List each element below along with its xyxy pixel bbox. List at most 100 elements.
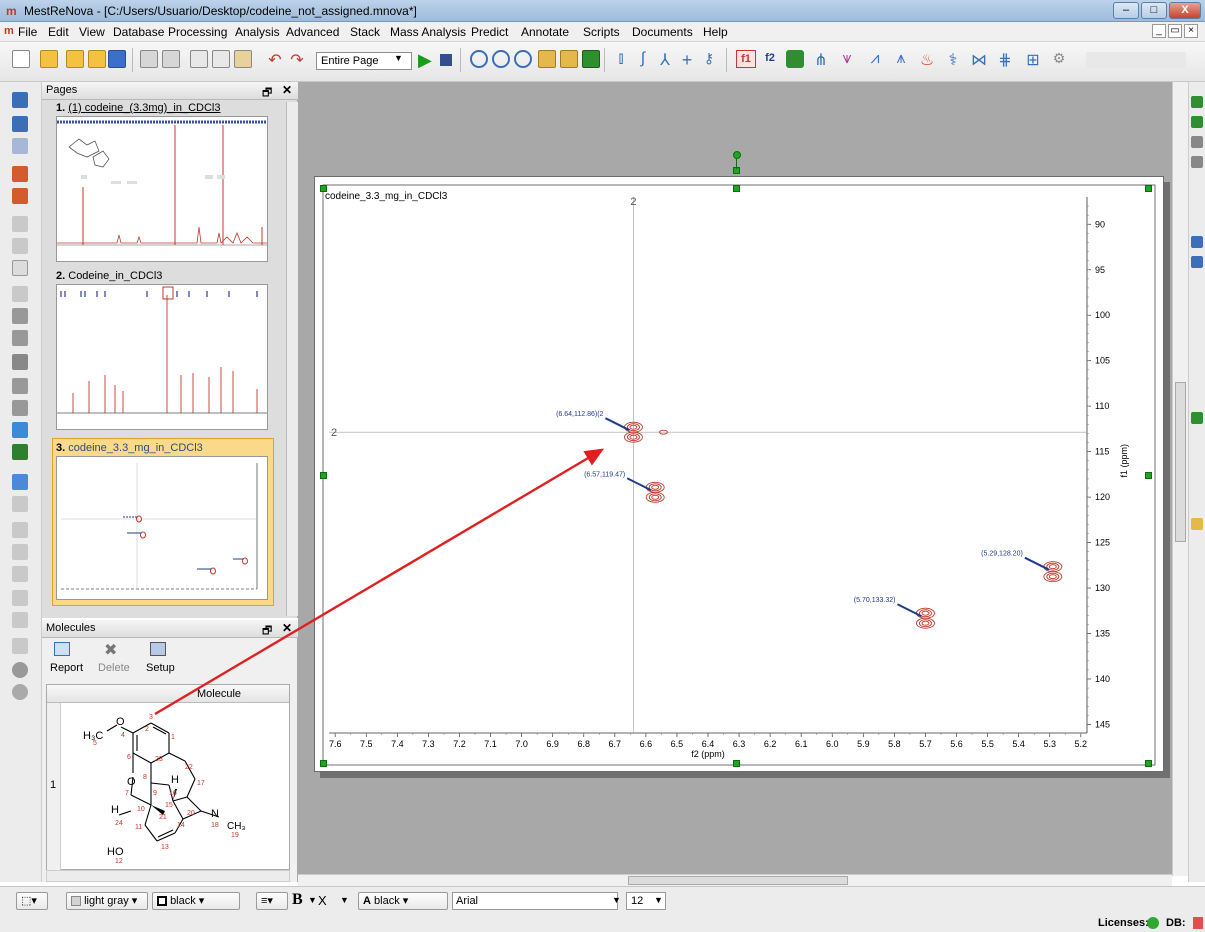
crosshair-icon[interactable]: + [678,50,696,70]
integrate-icon[interactable]: ∫ [634,50,652,68]
measure-icon[interactable] [12,286,28,302]
line-color-select[interactable]: black ▾ [152,892,240,910]
peak-pick-icon[interactable]: ⫾ [612,50,630,68]
mdi-minimize-button[interactable]: _ [1152,24,1166,38]
simulate-icon[interactable] [12,612,28,628]
zoom-in-icon[interactable] [470,50,488,68]
hsqc-spectrum[interactable]: codeine_3.3_mg_in_CDCl3 7.6 7.5 7.4 7.3 7.2 7… [315,177,1165,773]
float-icon[interactable]: 🗗 [262,84,272,103]
symmetrize-icon[interactable]: ⋈ [970,50,988,69]
menu-predict[interactable]: Predict [471,25,508,39]
grid-icon[interactable] [12,138,28,154]
zoom-region-icon[interactable] [12,166,28,182]
resize-handle[interactable] [733,185,740,192]
pin-icon[interactable] [12,400,28,416]
cut-icon[interactable] [212,50,230,68]
molecule-tool-icon[interactable] [12,638,28,654]
db-search-icon[interactable] [1191,156,1203,168]
close-button[interactable]: X [1169,2,1201,19]
cursor-icon[interactable] [560,50,578,68]
fit-icon[interactable] [12,590,28,606]
wand-icon[interactable] [12,544,28,560]
save-icon[interactable] [108,50,126,68]
scroll-thumb[interactable] [628,876,848,885]
molecule-hscrollbar[interactable] [46,870,290,882]
transform-icon[interactable] [12,378,28,394]
bold-button[interactable]: B [292,891,303,909]
frame-icon[interactable] [12,260,28,276]
play-icon[interactable]: ▶ [418,50,432,71]
select-tool-button[interactable]: ⬚▾ [16,892,48,910]
zoom-out-icon[interactable] [492,50,510,68]
font-family-select[interactable]: Arial [452,892,618,910]
resize-handle[interactable] [1145,472,1152,479]
menu-database[interactable]: Database [113,25,164,39]
rotate-handle[interactable] [733,151,741,159]
integral-report-icon[interactable] [1191,256,1203,268]
stop-icon[interactable] [440,54,452,66]
menu-edit[interactable]: Edit [48,25,69,39]
mdi-close-button[interactable]: × [1184,24,1198,38]
multiply-icon[interactable] [12,308,28,324]
import-icon[interactable] [88,50,106,68]
f2-toggle[interactable]: f2 [760,50,780,68]
open-recent-icon[interactable] [66,50,84,68]
baseline-icon[interactable]: ⩘ [866,50,884,68]
peak-tool-icon[interactable]: ⋔ [812,50,830,69]
float-icon[interactable]: 🗗 [262,622,272,641]
menu-file[interactable]: File [18,25,37,39]
scroll-thumb[interactable] [1175,382,1186,542]
page-thumb-2-label[interactable]: 2. Codeine_in_CDCl3 [56,270,162,282]
tms-icon[interactable]: ♨ [918,50,936,69]
menu-processing[interactable]: Processing [168,25,227,39]
page-thumb-3-label[interactable]: 3. codeine_3.3_mg_in_CDCl3 [56,442,203,454]
resize-handle[interactable] [320,185,327,192]
table-icon[interactable] [12,116,28,132]
menu-stack[interactable]: Stack [350,25,380,39]
menu-scripts[interactable]: Scripts [583,25,620,39]
menu-advanced[interactable]: Advanced [286,25,339,39]
delete-button[interactable]: Delete [98,662,130,674]
db-icon[interactable] [1191,412,1203,424]
draw-icon[interactable] [12,238,28,254]
chevron-down-icon[interactable]: ▼ [308,895,317,905]
assign-icon[interactable]: ⚷ [700,50,718,68]
resize-handle[interactable] [1145,185,1152,192]
mdi-restore-button[interactable]: ▭ [1168,24,1182,38]
align-select[interactable]: ≡▾ [256,892,288,910]
undo-icon[interactable]: ↶ [266,50,284,69]
resize-handle[interactable] [1145,760,1152,767]
ring-icon[interactable] [12,662,28,678]
menu-annotate[interactable]: Annotate [521,25,569,39]
resize-handle[interactable] [320,472,327,479]
histogram-icon[interactable] [12,444,28,460]
db-settings-icon[interactable] [1191,136,1203,148]
multiplet-icon[interactable]: ⅄ [656,50,674,69]
fill-color-select[interactable]: light gray ▾ [66,892,148,910]
db-icon[interactable] [1191,96,1203,108]
report-button[interactable]: Report [50,662,83,674]
copy-icon[interactable] [190,50,208,68]
reference-icon[interactable]: ⚕ [944,50,962,69]
forward-icon[interactable] [12,522,28,538]
zoom-reset-icon[interactable] [12,188,28,204]
page-thumb-3[interactable] [56,456,268,600]
document-page[interactable]: codeine_3.3_mg_in_CDCl3 7.6 7.5 7.4 7.3 7.2 7… [314,176,1164,772]
page-thumb-1[interactable] [56,116,268,262]
maximize-button[interactable]: □ [1141,2,1167,19]
pencil-icon[interactable] [12,216,28,232]
arrow-icon[interactable] [12,496,28,512]
superimpose-icon[interactable]: ⊞ [1024,50,1042,69]
chevron-down-icon[interactable]: ▼ [612,895,621,905]
menu-mass-analysis[interactable]: Mass Analysis [390,25,466,39]
ft-icon[interactable]: ⩛ [838,50,856,68]
layout-icon[interactable] [12,474,28,490]
paste-icon[interactable] [234,50,252,68]
color-icon[interactable] [12,354,28,370]
stack-icon[interactable]: ⋕ [996,50,1014,69]
close-panel-icon[interactable]: ✕ [282,83,292,97]
chart-icon[interactable] [12,422,28,438]
canvas-vscrollbar[interactable] [1172,82,1188,876]
setup-button[interactable]: Setup [146,662,175,674]
page-thumb-2[interactable] [56,284,268,430]
